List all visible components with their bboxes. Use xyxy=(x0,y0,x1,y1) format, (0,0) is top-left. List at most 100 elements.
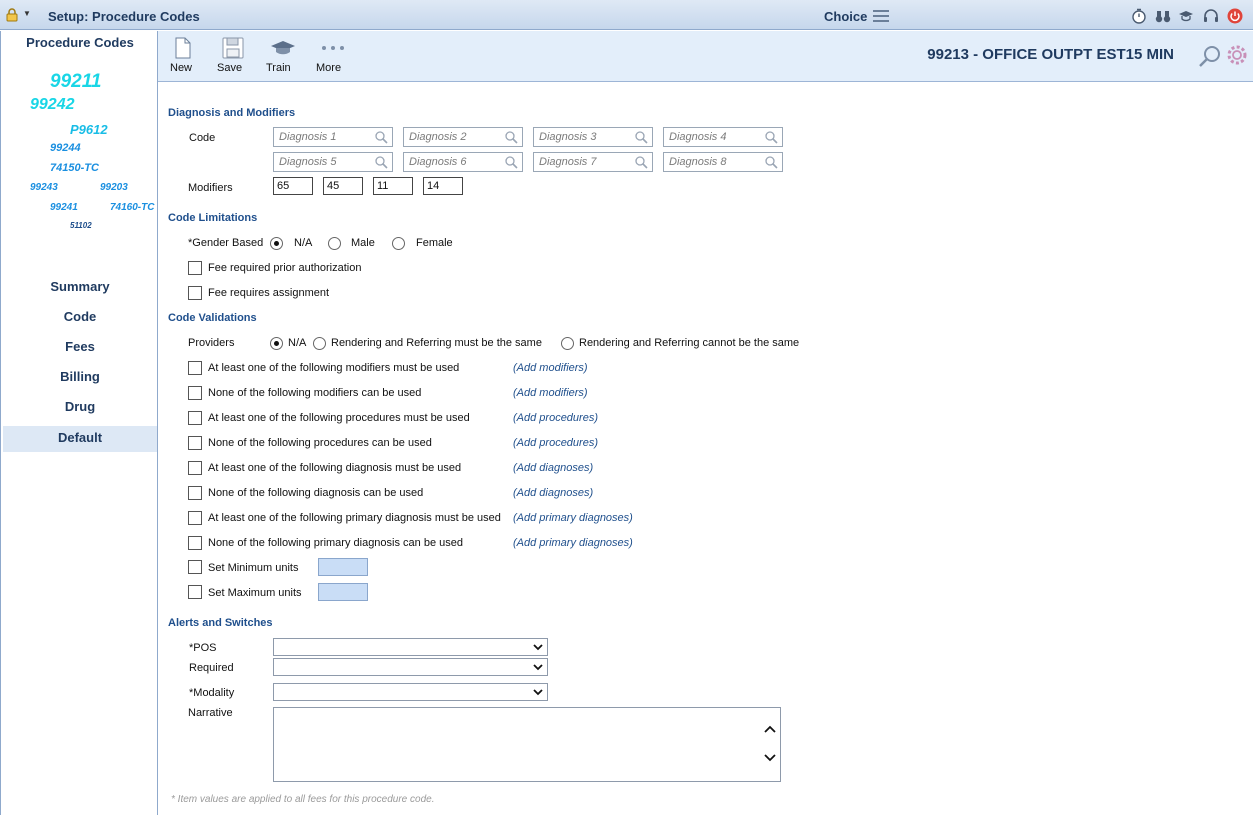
rule-checkbox[interactable] xyxy=(188,436,202,450)
rule-checkbox[interactable] xyxy=(188,461,202,475)
magnifier-icon[interactable] xyxy=(375,156,388,169)
stopwatch-icon[interactable] xyxy=(1131,8,1147,24)
rule-checkbox[interactable] xyxy=(188,536,202,550)
max-units-checkbox[interactable] xyxy=(188,585,202,599)
providers-label: Providers xyxy=(188,337,235,349)
add-diagnoses-link[interactable]: (Add diagnoses) xyxy=(513,487,593,499)
min-units-input[interactable] xyxy=(318,558,368,576)
new-label: New xyxy=(170,62,193,74)
rule-checkbox[interactable] xyxy=(188,511,202,525)
diagnosis-4-placeholder: Diagnosis 4 xyxy=(669,131,727,143)
diagnosis-6-placeholder: Diagnosis 6 xyxy=(409,156,467,168)
search-icon[interactable] xyxy=(1198,44,1222,68)
pos-select[interactable] xyxy=(273,638,548,656)
nav-summary[interactable]: Summary xyxy=(3,275,157,301)
add-procedures-link[interactable]: (Add procedures) xyxy=(513,437,598,449)
gender-na-radio[interactable] xyxy=(270,237,283,250)
diagnosis-4-field[interactable]: Diagnosis 4 xyxy=(663,127,783,147)
magnifier-icon[interactable] xyxy=(765,131,778,144)
chevron-down-icon xyxy=(533,689,543,696)
narrative-textarea[interactable] xyxy=(273,707,781,782)
rule-checkbox[interactable] xyxy=(188,486,202,500)
lock-icon[interactable] xyxy=(5,8,19,22)
power-icon[interactable] xyxy=(1227,8,1243,24)
graduation-cap-icon[interactable] xyxy=(1178,8,1194,24)
section-alerts-title: Alerts and Switches xyxy=(168,617,273,629)
chevron-up-icon[interactable] xyxy=(764,724,776,734)
add-primary-diagnoses-link[interactable]: (Add primary diagnoses) xyxy=(513,537,633,549)
code-cloud-item[interactable]: 99243 xyxy=(30,182,58,193)
fee-assignment-checkbox[interactable] xyxy=(188,286,202,300)
more-label: More xyxy=(316,62,342,74)
binoculars-icon[interactable] xyxy=(1155,8,1171,24)
rule-checkbox[interactable] xyxy=(188,386,202,400)
code-cloud-item[interactable]: 99203 xyxy=(100,182,128,193)
diagnosis-3-field[interactable]: Diagnosis 3 xyxy=(533,127,653,147)
new-document-icon xyxy=(175,37,191,59)
max-units-input[interactable] xyxy=(318,583,368,601)
code-cloud-item[interactable]: 99244 xyxy=(50,142,81,154)
rule-checkbox[interactable] xyxy=(188,411,202,425)
provider-same-radio[interactable] xyxy=(313,337,326,350)
gender-female-radio[interactable] xyxy=(392,237,405,250)
rule-label: None of the following primary diagnosis … xyxy=(208,537,463,549)
gender-male-radio[interactable] xyxy=(328,237,341,250)
hamburger-menu-icon[interactable] xyxy=(873,10,889,22)
provider-same-label: Rendering and Referring must be the same xyxy=(331,337,542,349)
min-units-checkbox[interactable] xyxy=(188,560,202,574)
diagnosis-6-field[interactable]: Diagnosis 6 xyxy=(403,152,523,172)
modality-select[interactable] xyxy=(273,683,548,701)
code-cloud-item[interactable]: 51102 xyxy=(70,221,92,230)
save-button[interactable]: Save xyxy=(217,36,249,74)
code-cloud-item[interactable]: 74150-TC xyxy=(50,162,99,174)
code-cloud-item[interactable]: 99241 xyxy=(50,202,78,213)
rule-checkbox[interactable] xyxy=(188,361,202,375)
nav-fees[interactable]: Fees xyxy=(3,335,157,361)
magnifier-icon[interactable] xyxy=(765,156,778,169)
code-cloud-item[interactable]: 99211 xyxy=(50,71,101,93)
diagnosis-2-field[interactable]: Diagnosis 2 xyxy=(403,127,523,147)
chevron-down-icon[interactable] xyxy=(764,753,776,763)
modifier-3-input[interactable]: 11 xyxy=(373,177,413,195)
chevron-down-icon xyxy=(533,644,543,651)
code-cloud-item[interactable]: 74160-TC xyxy=(110,202,154,213)
add-modifiers-link[interactable]: (Add modifiers) xyxy=(513,387,588,399)
code-cloud-item[interactable]: 99242 xyxy=(30,96,75,114)
train-button[interactable]: Train xyxy=(266,36,300,74)
headset-icon[interactable] xyxy=(1203,8,1219,24)
gear-icon[interactable] xyxy=(1225,43,1249,67)
modifier-1-input[interactable]: 65 xyxy=(273,177,313,195)
add-primary-diagnoses-link[interactable]: (Add primary diagnoses) xyxy=(513,512,633,524)
diagnosis-1-field[interactable]: Diagnosis 1 xyxy=(273,127,393,147)
diagnosis-7-field[interactable]: Diagnosis 7 xyxy=(533,152,653,172)
code-cloud-item[interactable]: P9612 xyxy=(70,122,108,137)
rule-label: At least one of the following procedures… xyxy=(208,412,470,424)
modifier-4-input[interactable]: 14 xyxy=(423,177,463,195)
magnifier-icon[interactable] xyxy=(635,156,648,169)
nav-drug[interactable]: Drug xyxy=(3,395,157,421)
add-diagnoses-link[interactable]: (Add diagnoses) xyxy=(513,462,593,474)
new-button[interactable]: New xyxy=(170,36,196,74)
more-button[interactable]: More xyxy=(316,36,350,74)
nav-default[interactable]: Default xyxy=(3,426,157,452)
fee-prior-auth-label: Fee required prior authorization xyxy=(208,262,362,274)
nav-code[interactable]: Code xyxy=(3,305,157,331)
modifier-2-input[interactable]: 45 xyxy=(323,177,363,195)
magnifier-icon[interactable] xyxy=(505,156,518,169)
floppy-disk-icon xyxy=(222,37,244,59)
add-modifiers-link[interactable]: (Add modifiers) xyxy=(513,362,588,374)
magnifier-icon[interactable] xyxy=(505,131,518,144)
provider-not-same-radio[interactable] xyxy=(561,337,574,350)
lock-menu-caret[interactable]: ▼ xyxy=(23,9,31,18)
fee-prior-auth-checkbox[interactable] xyxy=(188,261,202,275)
provider-na-radio[interactable] xyxy=(270,337,283,350)
required-select[interactable] xyxy=(273,658,548,676)
magnifier-icon[interactable] xyxy=(375,131,388,144)
magnifier-icon[interactable] xyxy=(635,131,648,144)
add-procedures-link[interactable]: (Add procedures) xyxy=(513,412,598,424)
diagnosis-8-field[interactable]: Diagnosis 8 xyxy=(663,152,783,172)
diagnosis-5-field[interactable]: Diagnosis 5 xyxy=(273,152,393,172)
nav-billing[interactable]: Billing xyxy=(3,365,157,391)
choice-label[interactable]: Choice xyxy=(824,9,867,24)
save-label: Save xyxy=(217,62,243,74)
